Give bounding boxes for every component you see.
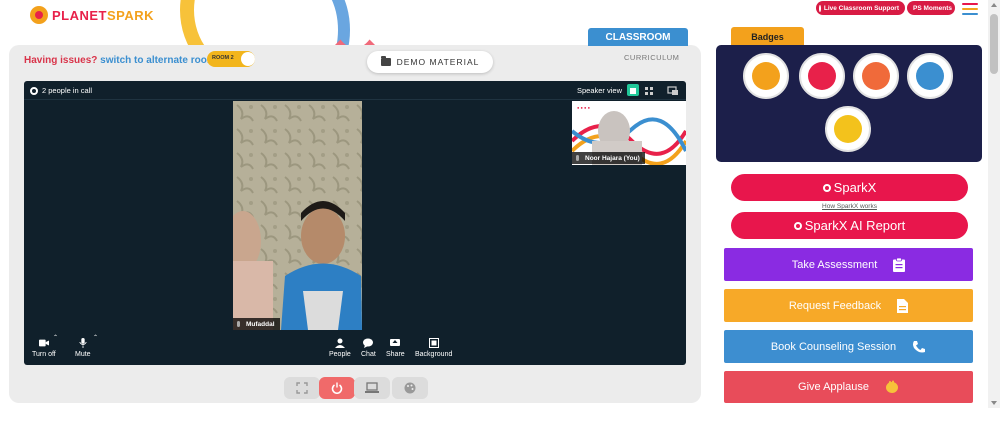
camera-icon [38, 339, 49, 347]
request-feedback-button[interactable]: Request Feedback [724, 289, 973, 322]
meditation-badge-icon[interactable] [853, 53, 899, 99]
main-participant-name: Mufaddal [246, 320, 275, 328]
scrollbar-thumb[interactable] [990, 14, 998, 74]
share-label: Share [386, 351, 405, 358]
book-counseling-label: Book Counseling Session [770, 340, 897, 353]
camera-options-chevron-icon[interactable]: ⌃ [53, 334, 58, 341]
tab-curriculum[interactable]: CURRICULUM [624, 53, 679, 62]
planetspark-logo[interactable]: PLANETSPARK [30, 6, 154, 24]
screen-button[interactable] [354, 377, 390, 399]
camera-label: Turn off [32, 351, 56, 358]
fullscreen-icon [296, 382, 308, 394]
tab-classroom[interactable]: CLASSROOM [588, 28, 688, 46]
brain-badge-icon[interactable] [825, 106, 871, 152]
people-count-label: 2 people in call [42, 86, 93, 95]
chat-button[interactable]: Chat [361, 338, 376, 358]
svg-text:● ● ● ●: ● ● ● ● [577, 105, 591, 110]
lightbulb-badge-icon[interactable] [907, 53, 953, 99]
sparkx-report-label: SparkX AI Report [804, 218, 906, 233]
clipboard-icon [893, 257, 906, 272]
scroll-up-icon[interactable] [991, 3, 997, 7]
live-support-button[interactable]: Live Classroom Support [816, 1, 905, 15]
chat-icon [363, 338, 374, 348]
room-toggle[interactable]: ROOM 2 [207, 51, 255, 67]
mic-muted-icon [237, 321, 240, 327]
speaker-view-icon[interactable] [627, 84, 639, 96]
page-scrollbar[interactable] [988, 0, 1000, 408]
badges-title: Badges [751, 31, 784, 42]
power-icon [331, 382, 343, 394]
sparkx-report-icon [793, 221, 802, 230]
document-icon [897, 298, 909, 313]
trophy-badge-icon[interactable] [743, 53, 789, 99]
sparkx-icon [822, 183, 831, 192]
toggle-knob [241, 52, 255, 66]
people-button[interactable]: People [329, 338, 351, 358]
self-participant-label: Noor Hajara (You) [572, 152, 645, 164]
take-assessment-label: Take Assessment [791, 258, 878, 271]
background-label: Background [415, 351, 453, 358]
mute-button[interactable]: Mute [75, 338, 91, 358]
issues-question: Having issues? [24, 55, 98, 66]
alternate-room-link[interactable]: switch to alternate room [100, 55, 216, 66]
mute-label: Mute [75, 351, 91, 358]
demo-material-button[interactable]: DEMO MATERIAL [367, 51, 493, 73]
main-participant-label: Mufaddal [233, 318, 280, 330]
mic-icon [576, 155, 579, 161]
sparkx-label: SparkX [833, 180, 877, 195]
logo-text-planet: PLANET [52, 7, 107, 23]
issues-notice: Having issues? switch to alternate room [24, 55, 216, 66]
clap-icon [885, 380, 898, 393]
request-feedback-label: Request Feedback [788, 299, 882, 312]
ps-moments-button[interactable]: PS Moments [907, 1, 955, 15]
give-applause-label: Give Applause [798, 381, 869, 393]
sparkx-button[interactable]: SparkX [731, 174, 968, 201]
grid-view-icon[interactable] [643, 84, 655, 96]
fist-badge-icon[interactable] [799, 53, 845, 99]
people-label: People [329, 351, 351, 358]
microphone-icon [79, 338, 87, 348]
gear-icon[interactable] [30, 86, 38, 95]
logo-text-spark: SPARK [107, 7, 155, 23]
scroll-down-icon[interactable] [991, 401, 997, 405]
end-call-button[interactable] [319, 377, 355, 399]
folder-icon [380, 56, 391, 66]
laptop-icon [365, 382, 379, 393]
give-applause-button[interactable]: Give Applause [724, 371, 973, 403]
background-button[interactable]: Background [415, 338, 452, 358]
support-icon [819, 4, 821, 12]
how-sparkx-works-link[interactable]: How SparkX works [731, 203, 968, 210]
video-top-bar: 2 people in call Speaker view [24, 81, 686, 100]
menu-icon[interactable] [962, 3, 978, 18]
share-button[interactable]: Share [386, 338, 405, 358]
video-call-area: 2 people in call Speaker view Mufaddal ●… [24, 81, 686, 365]
demo-material-label: DEMO MATERIAL [396, 57, 480, 67]
video-controls: Turn off ⌃ Mute ⌃ People Chat Share Back… [24, 330, 686, 365]
top-header: PLANETSPARK Live Classroom Support PS Mo… [0, 0, 1000, 30]
room-toggle-label: ROOM 2 [212, 55, 234, 61]
fullscreen-button[interactable] [284, 377, 320, 399]
mic-options-chevron-icon[interactable]: ⌃ [93, 334, 98, 341]
classroom-tab-label: CLASSROOM [605, 31, 671, 43]
palette-button[interactable] [392, 377, 428, 399]
live-support-label: Live Classroom Support [823, 4, 899, 12]
ps-moments-label: PS Moments [913, 4, 953, 12]
badges-tab: Badges [731, 27, 804, 46]
sparkx-ai-report-button[interactable]: SparkX AI Report [731, 212, 968, 239]
chat-label: Chat [361, 351, 376, 358]
self-participant-name: Noor Hajara (You) [585, 154, 640, 162]
palette-icon [404, 382, 416, 394]
people-icon [334, 338, 345, 348]
people-count: 2 people in call [30, 86, 92, 95]
main-participant-video [233, 101, 362, 330]
pip-view-icon[interactable] [667, 84, 679, 96]
share-icon [390, 339, 401, 346]
planet-logo-icon [30, 6, 48, 24]
background-icon [428, 338, 439, 348]
take-assessment-button[interactable]: Take Assessment [724, 248, 973, 281]
book-counseling-button[interactable]: Book Counseling Session [724, 330, 973, 363]
phone-icon [913, 340, 926, 352]
camera-button[interactable]: Turn off [32, 338, 56, 358]
speaker-view-label: Speaker view [577, 86, 623, 95]
